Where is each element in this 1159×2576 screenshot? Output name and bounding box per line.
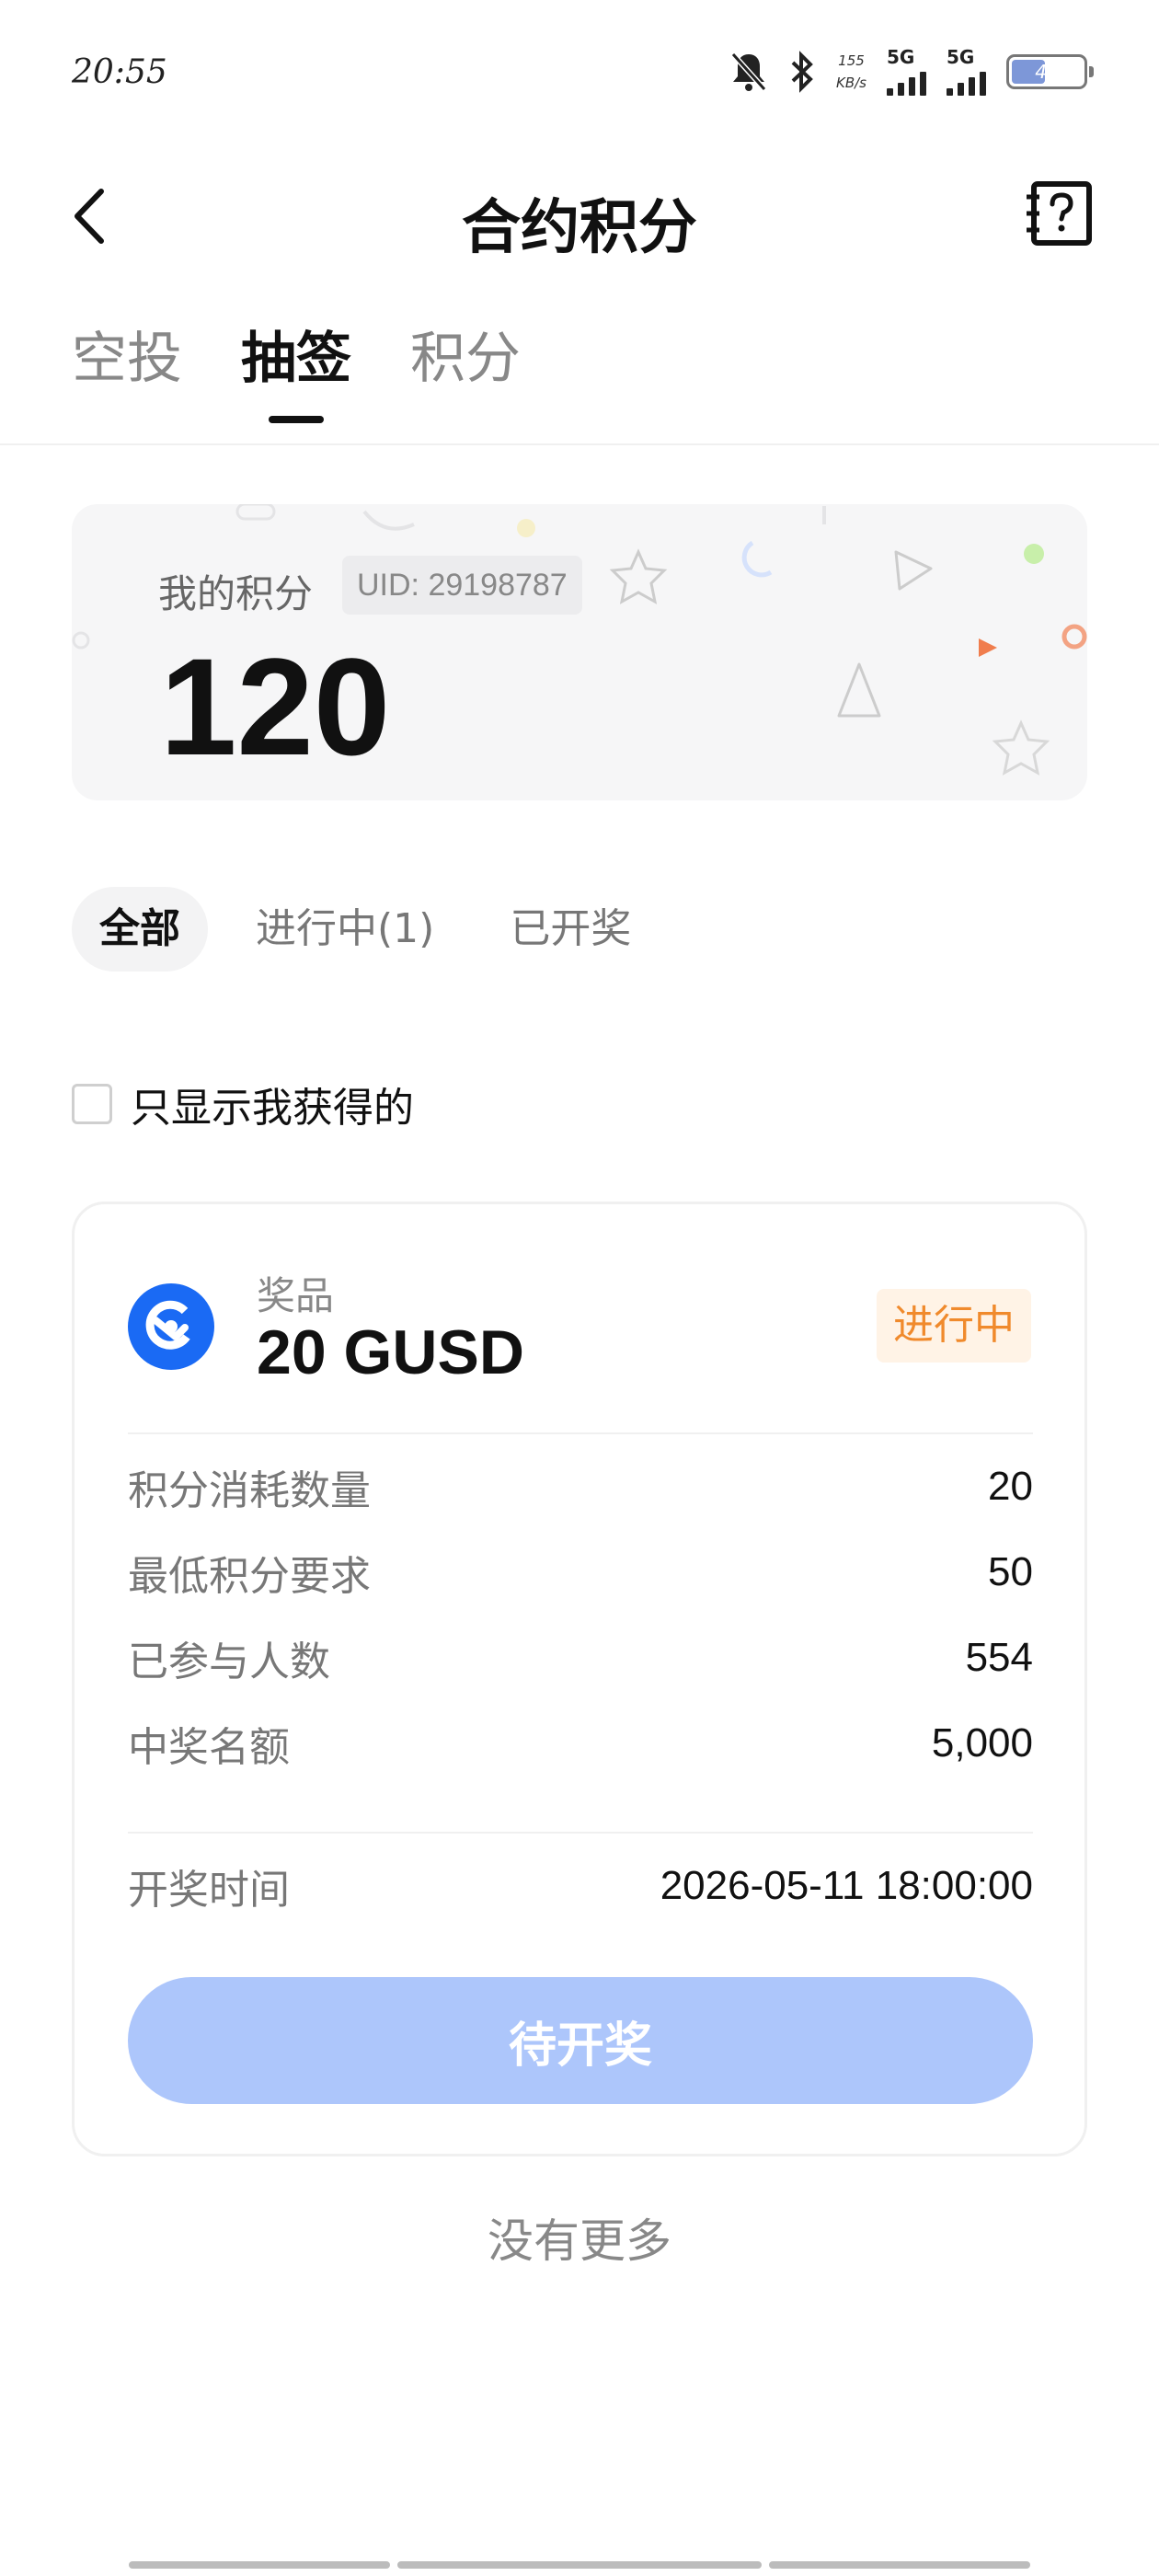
filter-in-progress[interactable]: 进行中(1) (228, 887, 462, 972)
info-row-winner-quota: 中奖名额 5,000 (128, 1711, 1033, 1776)
my-points-value: 120 (160, 629, 391, 784)
uid-badge[interactable]: UID: 29198787 (342, 556, 582, 615)
info-value: 5,000 (931, 1720, 1033, 1765)
network-speed: 155 KB/s (836, 50, 866, 94)
signal-bars-icon (947, 70, 986, 96)
info-label: 中奖名额 (128, 1724, 290, 1771)
status-filters: 全部 进行中(1) 已开奖 (72, 887, 659, 972)
my-points-card: 我的积分 UID: 29198787 120 (72, 504, 1087, 800)
tab-points[interactable]: 积分 (410, 322, 521, 396)
status-icons: 155 KB/s 5G 5G 48 (729, 46, 1094, 98)
home-indicator (129, 2561, 390, 2569)
my-points-label: 我的积分 (158, 571, 314, 616)
tab-points-label: 积分 (410, 327, 521, 391)
nav-bar: 合约积分 (0, 156, 1159, 276)
info-row-participants: 已参与人数 554 (128, 1626, 1033, 1690)
info-label: 积分消耗数量 (128, 1467, 371, 1514)
top-tabs: 空投 抽签 积分 (72, 322, 521, 423)
signal-1-label: 5G (887, 46, 915, 68)
lottery-card: 奖品 20 GUSD 进行中 积分消耗数量 20 最低积分要求 50 已参与人数… (72, 1202, 1087, 2156)
filter-drawn[interactable]: 已开奖 (482, 887, 659, 972)
status-time: 20:55 (72, 53, 167, 91)
tab-lottery-label: 抽签 (241, 327, 351, 391)
tab-active-indicator (269, 416, 324, 423)
status-bar: 20:55 155 KB/s 5G 5G 48 (0, 0, 1159, 138)
card-divider (128, 1432, 1033, 1434)
only-mine-toggle[interactable]: 只显示我获得的 (72, 1075, 414, 1133)
mute-bell-icon (730, 52, 767, 92)
info-value: 50 (988, 1549, 1033, 1594)
battery-level: 48 (1035, 61, 1059, 83)
prize-label: 奖品 (257, 1273, 335, 1318)
info-value: 554 (965, 1635, 1033, 1680)
status-badge: 进行中 (877, 1289, 1031, 1363)
info-value: 20 (988, 1464, 1033, 1509)
info-label: 最低积分要求 (128, 1553, 371, 1600)
card-divider (128, 1832, 1033, 1834)
signal-1: 5G (887, 48, 926, 96)
network-speed-value: 155 (838, 52, 865, 69)
page: 20:55 155 KB/s 5G 5G 48 合约积分 空投 抽签 积分 我的… (0, 0, 1159, 2576)
only-mine-label: 只显示我获得的 (131, 1085, 414, 1132)
info-row-points-cost: 积分消耗数量 20 (128, 1455, 1033, 1519)
home-indicator (397, 2561, 762, 2569)
bluetooth-icon (791, 51, 813, 93)
no-more-text: 没有更多 (488, 2214, 671, 2268)
filter-all[interactable]: 全部 (72, 887, 208, 972)
info-row-draw-time: 开奖时间 2026-05-11 18:00:00 (128, 1854, 1033, 1918)
page-title: 合约积分 (462, 194, 697, 262)
draw-time-value: 2026-05-11 18:00:00 (660, 1863, 1033, 1908)
battery-icon: 48 (1006, 54, 1094, 89)
signal-bars-icon (887, 70, 926, 96)
pending-draw-button[interactable]: 待开奖 (128, 1977, 1033, 2104)
home-indicator (769, 2561, 1030, 2569)
help-book-icon[interactable] (1025, 178, 1095, 248)
only-mine-checkbox[interactable] (72, 1084, 112, 1124)
network-speed-unit: KB/s (836, 75, 866, 91)
prize-value: 20 GUSD (257, 1317, 524, 1387)
gusd-coin-icon (128, 1283, 214, 1370)
draw-time-label: 开奖时间 (128, 1867, 290, 1914)
tab-airdrop-label: 空投 (72, 327, 182, 391)
tabs-divider (0, 443, 1159, 445)
tab-airdrop[interactable]: 空投 (72, 322, 182, 396)
signal-2: 5G (947, 48, 986, 96)
signal-2-label: 5G (947, 46, 975, 68)
tab-lottery[interactable]: 抽签 (241, 322, 351, 423)
info-label: 已参与人数 (128, 1639, 330, 1685)
info-row-min-points: 最低积分要求 50 (128, 1540, 1033, 1604)
